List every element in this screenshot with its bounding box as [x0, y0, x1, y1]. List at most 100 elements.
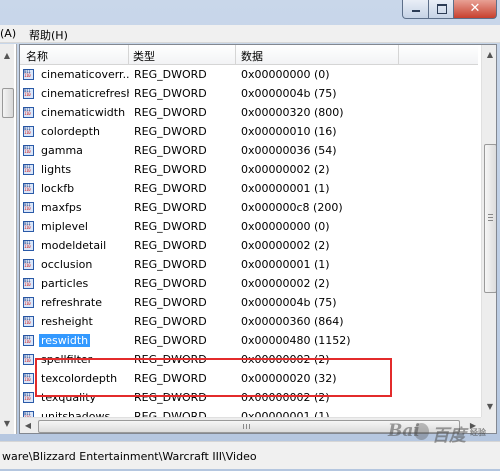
value-name: lights	[41, 163, 72, 176]
table-row[interactable]: colordepth REG_DWORD 0x00000010 (16)	[20, 123, 478, 142]
column-divider[interactable]	[128, 45, 129, 64]
value-type: REG_DWORD	[134, 296, 207, 309]
table-row[interactable]: lockfb REG_DWORD 0x00000001 (1)	[20, 180, 478, 199]
table-row-selected[interactable]: reswidth REG_DWORD 0x00000480 (1152)	[20, 332, 478, 351]
registry-binary-value-icon	[23, 126, 34, 137]
column-divider[interactable]	[398, 45, 399, 64]
table-row[interactable]: particles REG_DWORD 0x00000002 (2)	[20, 275, 478, 294]
close-icon: ✕	[469, 1, 481, 16]
registry-binary-value-icon	[23, 164, 34, 175]
menu-bar: (A) 帮助(H)	[0, 25, 500, 43]
registry-binary-value-icon	[23, 373, 34, 384]
value-data: 0x00000320 (800)	[241, 106, 344, 119]
table-row[interactable]: cinematicoverr... REG_DWORD 0x00000000 (0)	[20, 66, 478, 85]
value-data: 0x00000480 (1152)	[241, 334, 351, 347]
column-header-bar: 名称 类型 数据	[20, 45, 478, 65]
value-name: gamma	[41, 144, 83, 157]
table-row[interactable]: occlusion REG_DWORD 0x00000001 (1)	[20, 256, 478, 275]
table-row[interactable]: modeldetail REG_DWORD 0x00000002 (2)	[20, 237, 478, 256]
value-type: REG_DWORD	[134, 239, 207, 252]
scroll-down-arrow-icon[interactable]: ▼	[0, 416, 14, 432]
registry-binary-value-icon	[23, 297, 34, 308]
value-data: 0x00000001 (1)	[241, 258, 330, 271]
tree-scroll-thumb[interactable]	[2, 88, 14, 118]
registry-binary-value-icon	[23, 183, 34, 194]
registry-values-list[interactable]: 名称 类型 数据 cinematicoverr... REG_DWORD 0x000…	[19, 44, 497, 434]
value-name: cinematicrefresh	[41, 87, 129, 100]
value-data: 0x00000002 (2)	[241, 163, 330, 176]
value-type: REG_DWORD	[134, 144, 207, 157]
vertical-scrollbar[interactable]: ▲ ▼	[481, 45, 496, 417]
value-data: 0x0000004b (75)	[241, 87, 337, 100]
registry-path: ware\Blizzard Entertainment\Warcraft III…	[2, 450, 257, 463]
table-row[interactable]: miplevel REG_DWORD 0x00000000 (0)	[20, 218, 478, 237]
value-name: modeldetail	[41, 239, 107, 252]
menu-item-help[interactable]: 帮助(H)	[29, 27, 68, 43]
scroll-left-arrow-icon[interactable]: ◀	[20, 418, 36, 433]
value-data: 0x00000002 (2)	[241, 277, 330, 290]
value-type: REG_DWORD	[134, 277, 207, 290]
minimize-icon	[412, 10, 420, 12]
scroll-up-arrow-icon[interactable]: ▲	[0, 48, 14, 64]
value-name: colordepth	[41, 125, 100, 138]
maximize-button[interactable]	[428, 0, 454, 19]
value-data: 0x000000c8 (200)	[241, 201, 343, 214]
registry-binary-value-icon	[23, 145, 34, 156]
value-type: REG_DWORD	[134, 68, 207, 81]
registry-binary-value-icon	[23, 202, 34, 213]
registry-binary-value-icon	[23, 316, 34, 327]
value-data: 0x00000360 (864)	[241, 315, 344, 328]
registry-binary-value-icon	[23, 221, 34, 232]
minimize-button[interactable]	[402, 0, 429, 19]
registry-binary-value-icon	[23, 240, 34, 251]
menu-item-favorites[interactable]: (A)	[0, 27, 16, 40]
table-row[interactable]: maxfps REG_DWORD 0x000000c8 (200)	[20, 199, 478, 218]
scroll-grip	[488, 217, 493, 218]
value-type: REG_DWORD	[134, 315, 207, 328]
value-data: 0x00000000 (0)	[241, 220, 330, 233]
registry-binary-value-icon	[23, 107, 34, 118]
scroll-grip	[488, 220, 493, 221]
value-data: 0x00000000 (0)	[241, 68, 330, 81]
value-type: REG_DWORD	[134, 125, 207, 138]
paw-icon	[414, 423, 429, 440]
registry-binary-value-icon	[23, 335, 34, 346]
close-button[interactable]: ✕	[453, 0, 497, 19]
value-type: REG_DWORD	[134, 163, 207, 176]
registry-binary-value-icon	[23, 278, 34, 289]
scroll-grip	[488, 214, 493, 215]
value-type: REG_DWORD	[134, 258, 207, 271]
value-name: cinematicoverr...	[41, 68, 129, 81]
value-type: REG_DWORD	[134, 334, 207, 347]
vertical-scroll-thumb[interactable]	[484, 144, 496, 293]
scroll-grip	[243, 424, 244, 429]
tree-scrollbar[interactable]: ▲ ▼	[0, 44, 14, 434]
table-row[interactable]: refreshrate REG_DWORD 0x0000004b (75)	[20, 294, 478, 313]
value-type: REG_DWORD	[134, 182, 207, 195]
column-header-type[interactable]: 类型	[133, 48, 155, 64]
scroll-down-arrow-icon[interactable]: ▼	[482, 399, 496, 415]
value-name: reswidth	[39, 334, 91, 347]
value-type: REG_DWORD	[134, 220, 207, 233]
value-name: cinematicwidth	[41, 106, 126, 119]
table-row[interactable]: resheight REG_DWORD 0x00000360 (864)	[20, 313, 478, 332]
column-divider[interactable]	[235, 45, 236, 64]
table-row[interactable]: lights REG_DWORD 0x00000002 (2)	[20, 161, 478, 180]
value-data: 0x00000002 (2)	[241, 239, 330, 252]
annotation-highlight-box	[35, 358, 392, 397]
value-name: occlusion	[41, 258, 93, 271]
value-name: resheight	[41, 315, 93, 328]
watermark-text-small: 经验	[470, 428, 486, 437]
registry-binary-value-icon	[23, 69, 34, 80]
registry-binary-value-icon	[23, 354, 34, 365]
scroll-up-arrow-icon[interactable]: ▲	[482, 47, 496, 63]
watermark-text-right: 百度	[432, 426, 466, 446]
table-row[interactable]: gamma REG_DWORD 0x00000036 (54)	[20, 142, 478, 161]
table-row[interactable]: cinematicrefresh REG_DWORD 0x0000004b (75)	[20, 85, 478, 104]
value-type: REG_DWORD	[134, 201, 207, 214]
value-name: refreshrate	[41, 296, 103, 309]
table-row[interactable]: cinematicwidth REG_DWORD 0x00000320 (800)	[20, 104, 478, 123]
column-header-name[interactable]: 名称	[26, 48, 48, 64]
registry-binary-value-icon	[23, 259, 34, 270]
column-header-data[interactable]: 数据	[241, 48, 263, 64]
